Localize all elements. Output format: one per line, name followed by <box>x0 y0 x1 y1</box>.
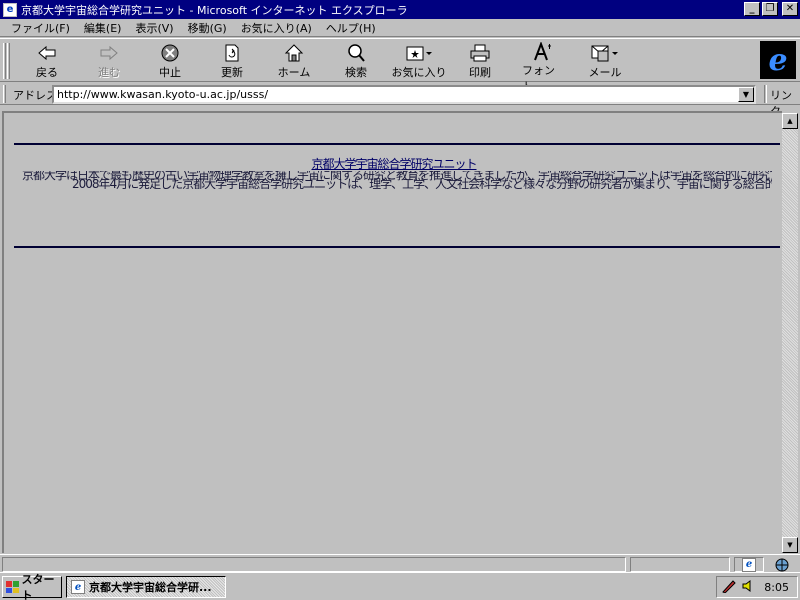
window-controls: _ ❐ ✕ <box>744 2 798 16</box>
menu-bar: ファイル(F) 編集(E) 表示(V) 移動(G) お気に入り(A) ヘルプ(H… <box>0 19 800 37</box>
page-content: 京都大学宇宙総合学研究ユニット 京都大学は日本で最も歴史の古い宇宙物理学教室を擁… <box>2 111 782 553</box>
status-page-icon: e <box>734 557 764 572</box>
top-rule <box>14 143 780 145</box>
status-text <box>2 557 626 572</box>
back-button[interactable]: 戻る <box>28 42 66 80</box>
minimize-button[interactable]: _ <box>744 2 760 16</box>
stop-button[interactable]: 中止 <box>150 42 190 80</box>
ie-task-icon: e <box>71 580 85 594</box>
home-button[interactable]: ホーム <box>274 42 314 80</box>
back-arrow-icon <box>37 42 57 64</box>
status-zone <box>630 557 730 572</box>
print-button[interactable]: 印刷 <box>462 42 498 80</box>
pen-icon[interactable] <box>721 579 737 596</box>
ie-logo: e <box>760 41 796 79</box>
menu-favorites[interactable]: お気に入り(A) <box>234 20 319 36</box>
vertical-scrollbar[interactable]: ▲ ▼ <box>782 113 798 553</box>
print-icon <box>469 42 491 64</box>
close-button[interactable]: ✕ <box>782 2 798 16</box>
font-icon <box>531 42 553 62</box>
page-body: 京都大学は日本で最も歴史の古い宇宙物理学教室を擁し宇宙に関する研究と教育を推進し… <box>22 171 772 189</box>
title-bar: e 京都大学宇宙総合学研究ユニット - Microsoft インターネット エク… <box>0 0 800 19</box>
address-label: アドレス <box>13 89 57 102</box>
scroll-down-button[interactable]: ▼ <box>782 537 798 553</box>
home-label: ホーム <box>277 66 311 79</box>
internet-zone-icon <box>766 557 798 572</box>
menu-file[interactable]: ファイル(F) <box>4 20 77 36</box>
menu-help[interactable]: ヘルプ(H) <box>319 20 383 36</box>
standard-toolbar: 戻る 進む 中止 更新 ホーム 検索 お気に入り 印刷 フォン メール e <box>0 38 800 93</box>
favorites-label: お気に入り <box>391 66 447 79</box>
toolbar-grip[interactable] <box>3 43 6 79</box>
taskbar: スタート e 京都大学宇宙総合学研... 8:05 <box>0 572 800 600</box>
stop-label: 中止 <box>159 66 181 79</box>
ie-app-icon[interactable]: e <box>3 2 17 17</box>
menu-go[interactable]: 移動(G) <box>181 20 234 36</box>
back-label: 戻る <box>36 66 58 79</box>
address-dropdown-button[interactable]: ▼ <box>738 87 754 102</box>
forward-button[interactable]: 進む <box>90 42 128 80</box>
clock[interactable]: 8:05 <box>764 581 789 594</box>
address-bar: アドレス http://www.kwasan.kyoto-u.ac.jp/uss… <box>0 83 800 118</box>
mail-icon <box>590 42 620 64</box>
ie-page-icon: e <box>742 557 756 572</box>
address-input[interactable]: http://www.kwasan.kyoto-u.ac.jp/usss/ <box>52 85 756 104</box>
stop-icon <box>160 42 180 64</box>
print-label: 印刷 <box>469 66 491 79</box>
system-tray: 8:05 <box>716 576 798 598</box>
taskbar-item-browser[interactable]: e 京都大学宇宙総合学研... <box>66 576 226 598</box>
body-line-2: 2008年4月に発足した京都大学宇宙総合学研究ユニットは、理学、工学、人文社会科… <box>72 177 772 189</box>
window-title: 京都大学宇宙総合学研究ユニット - Microsoft インターネット エクスプ… <box>21 3 408 17</box>
menu-view[interactable]: 表示(V) <box>128 20 180 36</box>
search-icon <box>346 42 366 64</box>
forward-arrow-icon <box>99 42 119 64</box>
page-heading-link[interactable]: 京都大学宇宙総合学研究ユニット <box>311 157 477 171</box>
mail-label: メール <box>588 66 622 79</box>
page-heading: 京都大学宇宙総合学研究ユニット <box>4 155 782 172</box>
refresh-button[interactable]: 更新 <box>212 42 252 80</box>
start-label: スタート <box>21 573 55 600</box>
address-grip[interactable] <box>3 85 6 103</box>
ie-logo-icon: e <box>768 42 788 78</box>
font-button[interactable]: フォント <box>522 42 562 93</box>
favorites-icon <box>405 42 433 64</box>
search-button[interactable]: 検索 <box>336 42 376 80</box>
scroll-up-button[interactable]: ▲ <box>782 113 798 129</box>
menu-edit[interactable]: 編集(E) <box>77 20 129 36</box>
forward-label: 進む <box>98 66 120 79</box>
links-separator <box>764 85 767 103</box>
status-bar: e <box>0 554 800 572</box>
home-icon <box>284 42 304 64</box>
favorites-button[interactable]: お気に入り <box>390 42 448 80</box>
taskbar-item-label: 京都大学宇宙総合学研... <box>89 581 212 594</box>
start-button[interactable]: スタート <box>2 573 62 600</box>
volume-icon[interactable] <box>741 579 755 596</box>
restore-button[interactable]: ❐ <box>762 2 778 16</box>
refresh-icon <box>223 42 241 64</box>
refresh-label: 更新 <box>221 66 243 79</box>
toolbar-grip-2[interactable] <box>7 43 10 79</box>
search-label: 検索 <box>345 66 367 79</box>
bottom-rule <box>14 246 780 248</box>
mail-button[interactable]: メール <box>584 42 626 80</box>
windows-logo-icon <box>6 581 19 593</box>
